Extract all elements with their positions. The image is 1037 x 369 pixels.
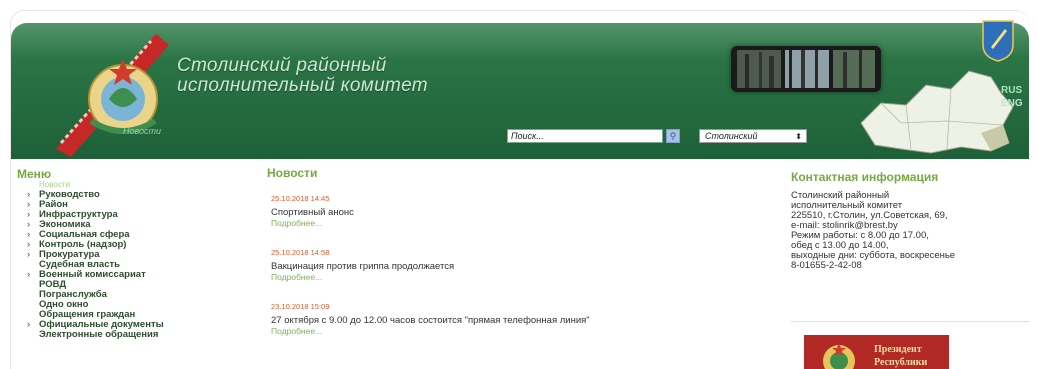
nav-news-link[interactable]: Новости [123, 126, 161, 136]
coat-of-arms-icon [982, 20, 1014, 62]
divider [791, 321, 1029, 322]
contact-heading: Контактная информация [791, 170, 939, 184]
side-menu: Новости › Руководство › Район › Инфраструкт… [21, 180, 241, 340]
language-eng-link[interactable]: ENG [1001, 98, 1023, 109]
read-more-link[interactable]: Подробнее... [271, 218, 751, 228]
chevron-right-icon: › [27, 319, 31, 330]
menu-heading: Меню [17, 167, 52, 181]
select-arrow-icon: ⬍ [795, 132, 802, 141]
menu-item-e-appeals[interactable]: Электронные обращения [27, 330, 241, 340]
news-item: 25.10.2018 14:45 Спортивный анонс Подроб… [271, 193, 751, 228]
news-title-link[interactable]: Вакцинация против гриппа продолжается [271, 261, 751, 272]
site-title[interactable]: Столинский районный исполнительный комит… [177, 56, 428, 96]
news-list: 25.10.2018 14:45 Спортивный анонс Подроб… [271, 193, 751, 355]
read-more-link[interactable]: Подробнее... [271, 272, 751, 282]
chevron-right-icon: › [27, 269, 31, 280]
news-date: 25.10.2018 14:45 [271, 194, 330, 203]
search-input[interactable]: Поиск... [507, 129, 663, 143]
district-select[interactable]: Столинский ⬍ [699, 129, 807, 143]
chevron-right-icon: › [27, 249, 31, 260]
president-banner[interactable]: Президент Республики [804, 335, 949, 369]
contact-info: Столинский районный исполнительный комит… [791, 191, 1011, 271]
news-item: 23.10.2018 15:09 27 октября с 9.00 до 12… [271, 301, 751, 336]
news-item: 25.10.2018 14:58 Вакцинация против грипп… [271, 247, 751, 282]
news-heading: Новости [267, 166, 318, 180]
page-frame: Столинский районный исполнительный комит… [10, 10, 1029, 369]
photo-thumbnail[interactable] [785, 50, 829, 88]
search-button[interactable]: ⚲ [666, 129, 680, 143]
news-date: 23.10.2018 15:09 [271, 302, 330, 311]
search-icon: ⚲ [669, 131, 677, 141]
news-date: 25.10.2018 14:58 [271, 248, 330, 257]
language-rus-link[interactable]: RUS [1001, 85, 1022, 96]
news-title-link[interactable]: 27 октября с 9.00 до 12.00 часов состоит… [271, 315, 751, 326]
region-map-icon[interactable] [851, 63, 1016, 163]
news-title-link[interactable]: Спортивный анонс [271, 207, 751, 218]
contact-phone: 8-01655-2-42-08 [791, 260, 862, 271]
emblem-icon [823, 343, 855, 369]
photo-thumbnail[interactable] [737, 50, 781, 88]
state-emblem-icon [56, 34, 169, 157]
read-more-link[interactable]: Подробнее... [271, 326, 751, 336]
